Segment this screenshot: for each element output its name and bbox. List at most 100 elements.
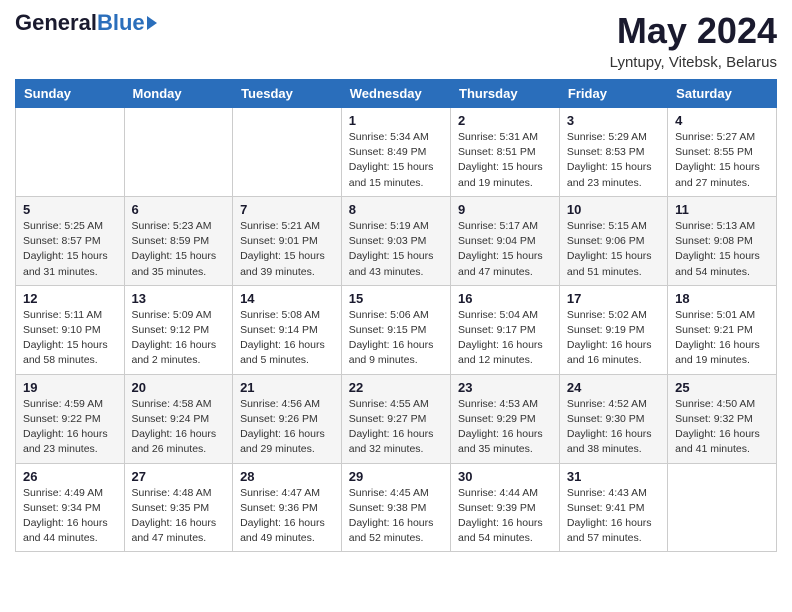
- table-row: 9 Sunrise: 5:17 AM Sunset: 9:04 PM Daylig…: [451, 196, 560, 285]
- table-row: 21Sunrise: 4:56 AM Sunset: 9:26 PM Dayli…: [233, 374, 342, 463]
- day-number: 6: [132, 202, 226, 217]
- day-info: Sunrise: 5:21 AM Sunset: 9:01 PM Dayligh…: [240, 219, 334, 280]
- day-info: Sunrise: 5:23 AM Sunset: 8:59 PM Dayligh…: [132, 219, 226, 280]
- calendar-week-row: 19 Sunrise: 4:59 AM Sunset: 9:22 PM Dayli…: [16, 374, 777, 463]
- day-info: Sunrise: 5:11 AM Sunset: 9:10 PM Dayligh…: [23, 308, 117, 369]
- day-number: 3: [567, 113, 660, 128]
- day-number: 8: [349, 202, 443, 217]
- logo: General Blue: [15, 10, 157, 36]
- day-number: 17: [567, 291, 660, 306]
- day-info: Sunrise: 4:53 AM Sunset: 9:29 PM Dayligh…: [458, 397, 552, 458]
- day-info: Sunrise: 5:06 AM Sunset: 9:15 PM Dayligh…: [349, 308, 443, 369]
- day-info: Sunrise: 4:45 AM Sunset: 9:38 PM Dayligh…: [349, 486, 443, 547]
- day-number: 31: [567, 469, 660, 484]
- day-number: 25: [675, 380, 769, 395]
- header-thursday: Thursday: [451, 80, 560, 108]
- calendar-title: May 2024: [610, 10, 777, 52]
- day-number: 5: [23, 202, 117, 217]
- header-monday: Monday: [124, 80, 233, 108]
- day-info: Sunrise: 5:17 AM Sunset: 9:04 PM Dayligh…: [458, 219, 552, 280]
- table-row: 17 Sunrise: 5:02 AM Sunset: 9:19 PM Dayli…: [559, 285, 667, 374]
- day-info: Sunrise: 4:49 AM Sunset: 9:34 PM Dayligh…: [23, 486, 117, 547]
- table-row: 13 Sunrise: 5:09 AM Sunset: 9:12 PM Dayli…: [124, 285, 233, 374]
- table-row: 4Sunrise: 5:27 AM Sunset: 8:55 PM Daylig…: [668, 108, 777, 197]
- table-row: 14 Sunrise: 5:08 AM Sunset: 9:14 PM Dayli…: [233, 285, 342, 374]
- day-info: Sunrise: 4:50 AM Sunset: 9:32 PM Dayligh…: [675, 397, 769, 458]
- page-container: General Blue May 2024 Lyntupy, Vitebsk, …: [0, 0, 792, 567]
- table-row: [124, 108, 233, 197]
- table-row: 24 Sunrise: 4:52 AM Sunset: 9:30 PM Dayli…: [559, 374, 667, 463]
- calendar-week-row: 1 Sunrise: 5:34 AM Sunset: 8:49 PM Daylig…: [16, 108, 777, 197]
- day-number: 19: [23, 380, 117, 395]
- day-number: 1: [349, 113, 443, 128]
- day-info: Sunrise: 5:01 AM Sunset: 9:21 PM Dayligh…: [675, 308, 769, 369]
- day-number: 18: [675, 291, 769, 306]
- table-row: 23 Sunrise: 4:53 AM Sunset: 9:29 PM Dayli…: [451, 374, 560, 463]
- day-info: Sunrise: 5:15 AM Sunset: 9:06 PM Dayligh…: [567, 219, 660, 280]
- day-number: 23: [458, 380, 552, 395]
- header-wednesday: Wednesday: [341, 80, 450, 108]
- day-number: 7: [240, 202, 334, 217]
- table-row: 10 Sunrise: 5:15 AM Sunset: 9:06 PM Dayli…: [559, 196, 667, 285]
- calendar-subtitle: Lyntupy, Vitebsk, Belarus: [610, 54, 777, 71]
- day-number: 27: [132, 469, 226, 484]
- weekday-header-row: Sunday Monday Tuesday Wednesday Thursday…: [16, 80, 777, 108]
- day-number: 15: [349, 291, 443, 306]
- table-row: 25 Sunrise: 4:50 AM Sunset: 9:32 PM Dayli…: [668, 374, 777, 463]
- day-info: Sunrise: 5:09 AM Sunset: 9:12 PM Dayligh…: [132, 308, 226, 369]
- logo-general-text: General: [15, 10, 97, 36]
- day-info: Sunrise: 5:13 AM Sunset: 9:08 PM Dayligh…: [675, 219, 769, 280]
- table-row: 20Sunrise: 4:58 AM Sunset: 9:24 PM Dayli…: [124, 374, 233, 463]
- calendar-table: Sunday Monday Tuesday Wednesday Thursday…: [15, 79, 777, 552]
- day-info: Sunrise: 4:59 AM Sunset: 9:22 PM Dayligh…: [23, 397, 117, 458]
- table-row: 27 Sunrise: 4:48 AM Sunset: 9:35 PM Dayli…: [124, 463, 233, 552]
- day-number: 26: [23, 469, 117, 484]
- calendar-week-row: 5 Sunrise: 5:25 AM Sunset: 8:57 PM Daylig…: [16, 196, 777, 285]
- day-info: Sunrise: 5:31 AM Sunset: 8:51 PM Dayligh…: [458, 130, 552, 191]
- day-number: 30: [458, 469, 552, 484]
- calendar-week-row: 12Sunrise: 5:11 AM Sunset: 9:10 PM Dayli…: [16, 285, 777, 374]
- day-number: 28: [240, 469, 334, 484]
- day-number: 24: [567, 380, 660, 395]
- table-row: 12Sunrise: 5:11 AM Sunset: 9:10 PM Dayli…: [16, 285, 125, 374]
- day-number: 9: [458, 202, 552, 217]
- day-info: Sunrise: 5:02 AM Sunset: 9:19 PM Dayligh…: [567, 308, 660, 369]
- day-info: Sunrise: 4:43 AM Sunset: 9:41 PM Dayligh…: [567, 486, 660, 547]
- day-info: Sunrise: 5:27 AM Sunset: 8:55 PM Dayligh…: [675, 130, 769, 191]
- table-row: 31 Sunrise: 4:43 AM Sunset: 9:41 PM Dayli…: [559, 463, 667, 552]
- header-tuesday: Tuesday: [233, 80, 342, 108]
- table-row: 22Sunrise: 4:55 AM Sunset: 9:27 PM Dayli…: [341, 374, 450, 463]
- table-row: 26 Sunrise: 4:49 AM Sunset: 9:34 PM Dayli…: [16, 463, 125, 552]
- day-info: Sunrise: 4:48 AM Sunset: 9:35 PM Dayligh…: [132, 486, 226, 547]
- logo-arrow-icon: [147, 16, 157, 30]
- day-number: 22: [349, 380, 443, 395]
- day-number: 2: [458, 113, 552, 128]
- table-row: 15 Sunrise: 5:06 AM Sunset: 9:15 PM Dayli…: [341, 285, 450, 374]
- day-info: Sunrise: 5:34 AM Sunset: 8:49 PM Dayligh…: [349, 130, 443, 191]
- day-number: 11: [675, 202, 769, 217]
- day-info: Sunrise: 5:19 AM Sunset: 9:03 PM Dayligh…: [349, 219, 443, 280]
- table-row: 30Sunrise: 4:44 AM Sunset: 9:39 PM Dayli…: [451, 463, 560, 552]
- day-info: Sunrise: 5:29 AM Sunset: 8:53 PM Dayligh…: [567, 130, 660, 191]
- day-info: Sunrise: 4:56 AM Sunset: 9:26 PM Dayligh…: [240, 397, 334, 458]
- day-number: 13: [132, 291, 226, 306]
- table-row: 3 Sunrise: 5:29 AM Sunset: 8:53 PM Daylig…: [559, 108, 667, 197]
- day-info: Sunrise: 5:08 AM Sunset: 9:14 PM Dayligh…: [240, 308, 334, 369]
- day-info: Sunrise: 5:25 AM Sunset: 8:57 PM Dayligh…: [23, 219, 117, 280]
- calendar-week-row: 26 Sunrise: 4:49 AM Sunset: 9:34 PM Dayli…: [16, 463, 777, 552]
- table-row: [233, 108, 342, 197]
- table-row: [16, 108, 125, 197]
- title-block: May 2024 Lyntupy, Vitebsk, Belarus: [610, 10, 777, 71]
- table-row: 19 Sunrise: 4:59 AM Sunset: 9:22 PM Dayli…: [16, 374, 125, 463]
- day-number: 20: [132, 380, 226, 395]
- table-row: 29Sunrise: 4:45 AM Sunset: 9:38 PM Dayli…: [341, 463, 450, 552]
- table-row: 2 Sunrise: 5:31 AM Sunset: 8:51 PM Daylig…: [451, 108, 560, 197]
- day-number: 10: [567, 202, 660, 217]
- day-info: Sunrise: 5:04 AM Sunset: 9:17 PM Dayligh…: [458, 308, 552, 369]
- table-row: 18 Sunrise: 5:01 AM Sunset: 9:21 PM Dayli…: [668, 285, 777, 374]
- header-sunday: Sunday: [16, 80, 125, 108]
- header-saturday: Saturday: [668, 80, 777, 108]
- day-number: 14: [240, 291, 334, 306]
- table-row: [668, 463, 777, 552]
- day-info: Sunrise: 4:52 AM Sunset: 9:30 PM Dayligh…: [567, 397, 660, 458]
